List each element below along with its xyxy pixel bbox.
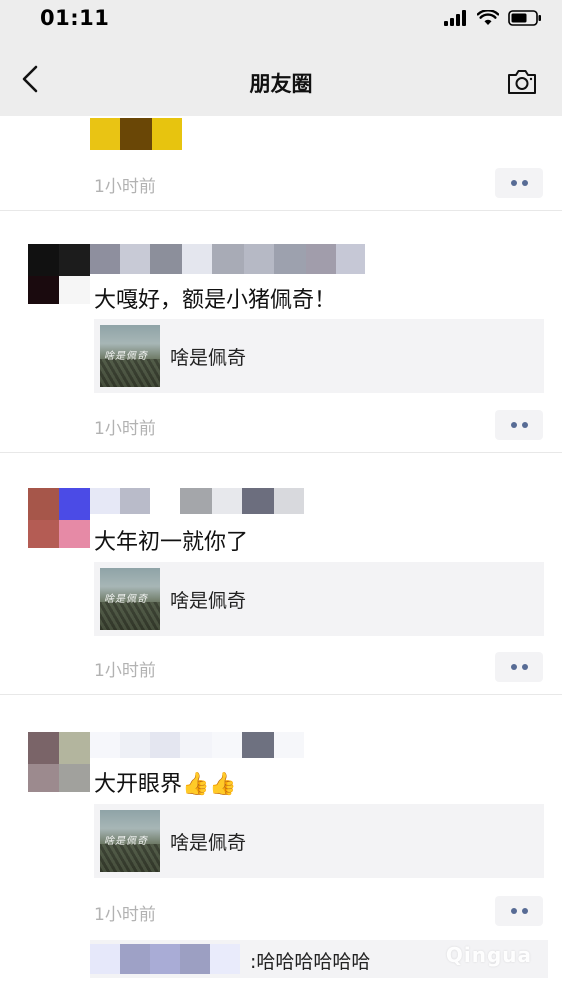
nickname-mosaic[interactable] — [90, 244, 365, 274]
post-time: 1小时前 — [94, 905, 156, 925]
commenter-name-mosaic[interactable] — [90, 944, 240, 974]
post-text: 大开眼界👍👍 — [94, 772, 237, 797]
dot-icon — [521, 422, 528, 428]
avatar[interactable] — [28, 244, 90, 276]
camera-icon[interactable] — [506, 68, 538, 96]
dot-icon — [510, 180, 517, 186]
post-time: 1小时前 — [94, 661, 156, 681]
dot-icon — [510, 422, 517, 428]
more-button[interactable] — [495, 652, 543, 682]
thumb-overlay-text: 啥是佩奇 — [104, 351, 148, 362]
page-title: 朋友圈 — [249, 72, 313, 96]
more-button[interactable] — [495, 168, 543, 198]
dot-icon — [521, 664, 528, 670]
post-text: 大嘎好，额是小猪佩奇！ — [94, 288, 337, 313]
status-icons — [444, 10, 542, 26]
avatar-lower — [28, 520, 90, 548]
link-card[interactable]: 啥是佩奇 啥是佩奇 — [94, 562, 544, 636]
post-text: 大年初一就你了 — [94, 530, 249, 555]
thumb-overlay-text: 啥是佩奇 — [104, 594, 148, 605]
watermark: Qingua — [445, 943, 532, 967]
post-divider — [0, 694, 562, 695]
post-time: 1小时前 — [94, 177, 156, 197]
link-card[interactable]: 啥是佩奇 啥是佩奇 — [94, 319, 544, 393]
link-thumbnail: 啥是佩奇 — [100, 325, 160, 387]
link-thumbnail: 啥是佩奇 — [100, 810, 160, 872]
dot-icon — [521, 180, 528, 186]
dot-icon — [510, 664, 517, 670]
comment-text: :哈哈哈哈哈哈 — [250, 951, 371, 973]
signal-icon — [444, 10, 466, 26]
dot-icon — [510, 908, 517, 914]
thumb-overlay-text: 啥是佩奇 — [104, 836, 148, 847]
status-bar: 01:11 — [0, 0, 562, 40]
nickname-mosaic[interactable] — [90, 488, 304, 514]
more-button[interactable] — [495, 410, 543, 440]
battery-icon — [508, 10, 541, 26]
avatar[interactable] — [28, 732, 90, 764]
avatar[interactable] — [28, 488, 90, 520]
link-title: 啥是佩奇 — [170, 590, 247, 612]
avatar-lower — [28, 764, 90, 792]
nav-bar: 朋友圈 — [0, 40, 562, 116]
post-divider — [0, 210, 562, 211]
link-title: 啥是佩奇 — [170, 832, 247, 854]
dot-icon — [521, 908, 528, 914]
post-time: 1小时前 — [94, 419, 156, 439]
status-time: 01:11 — [40, 6, 110, 30]
link-card[interactable]: 啥是佩奇 啥是佩奇 — [94, 804, 544, 878]
mosaic-image[interactable] — [90, 118, 182, 150]
wifi-icon — [477, 10, 499, 25]
post-divider — [0, 452, 562, 453]
nickname-mosaic[interactable] — [90, 732, 304, 758]
more-button[interactable] — [495, 896, 543, 926]
link-thumbnail: 啥是佩奇 — [100, 568, 160, 630]
link-title: 啥是佩奇 — [170, 347, 247, 369]
avatar-lower — [28, 276, 90, 304]
